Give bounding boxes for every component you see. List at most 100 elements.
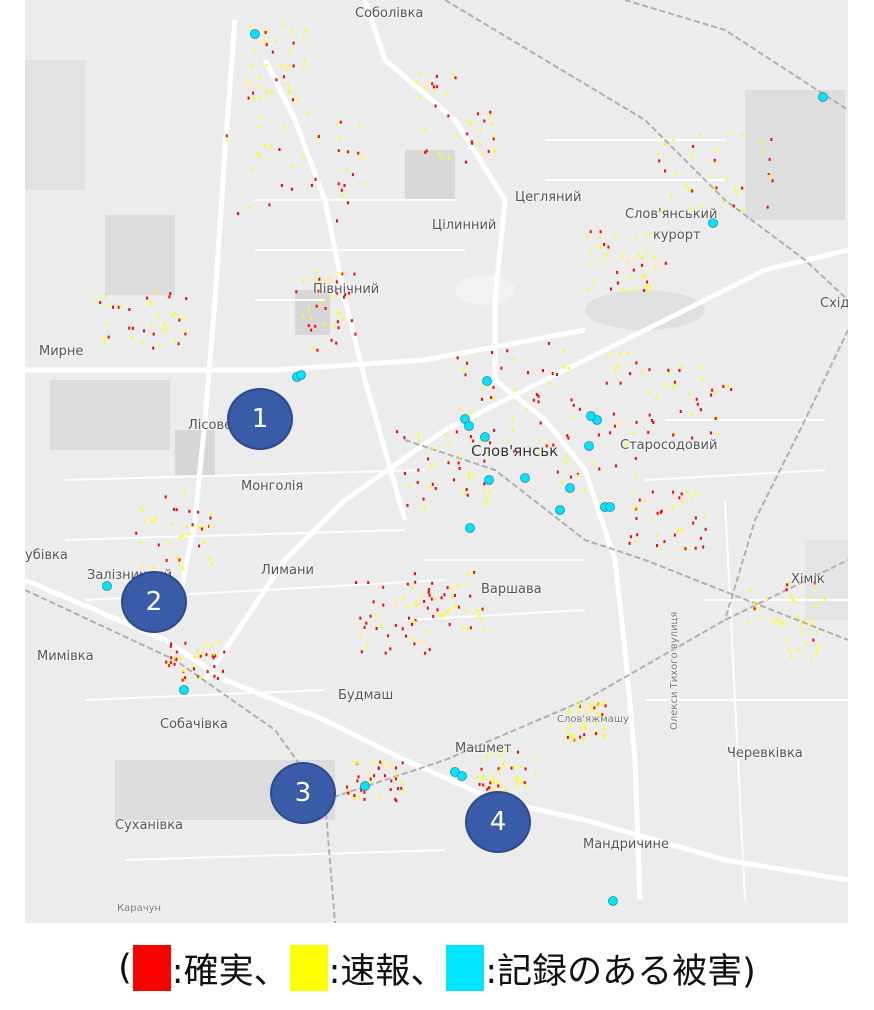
damage-point — [312, 346, 315, 350]
damage-point — [179, 656, 182, 660]
damage-point — [468, 477, 471, 481]
damage-point — [128, 308, 131, 311]
damage-point — [363, 625, 366, 629]
damage-point — [165, 660, 168, 664]
damage-point — [490, 778, 493, 782]
damage-point — [753, 607, 756, 611]
damage-point — [149, 323, 152, 327]
marker-4[interactable]: 4 — [465, 791, 531, 853]
damage-point — [635, 420, 638, 424]
damage-point — [454, 594, 456, 597]
damage-point — [250, 64, 253, 68]
damage-point — [345, 168, 348, 172]
damage-point — [615, 464, 617, 468]
damage-point — [222, 669, 224, 673]
damage-point — [295, 290, 298, 294]
damage-point — [135, 531, 138, 535]
damage-point — [354, 797, 357, 801]
damage-point — [771, 179, 774, 183]
recorded-damage-point — [565, 483, 575, 493]
damage-point — [491, 351, 494, 354]
damage-point — [211, 645, 214, 649]
damage-point — [791, 598, 794, 602]
damage-point — [467, 573, 470, 577]
damage-point — [285, 68, 288, 72]
damage-point — [441, 614, 443, 618]
place-label: Мандричине — [583, 837, 669, 852]
recorded-damage-point — [482, 376, 492, 386]
damage-point — [766, 205, 769, 209]
marker-1[interactable]: 1 — [227, 388, 293, 450]
damage-point — [406, 582, 409, 586]
damage-point — [578, 407, 581, 411]
damage-point — [569, 734, 572, 738]
damage-point — [492, 775, 494, 778]
damage-point — [711, 388, 714, 392]
damage-point — [492, 137, 495, 141]
damage-point — [394, 771, 397, 775]
damage-point — [337, 149, 340, 153]
damage-point — [483, 119, 486, 123]
damage-point — [483, 489, 486, 493]
damage-point — [619, 352, 621, 356]
map[interactable]: Соболівка Цегляний Цілинний Слов'янський… — [25, 0, 848, 923]
damage-point — [292, 164, 295, 168]
damage-point — [490, 396, 493, 400]
damage-point — [513, 388, 516, 392]
damage-point — [99, 301, 102, 305]
damage-point — [592, 281, 595, 285]
damage-point — [413, 572, 416, 576]
damage-point — [517, 750, 519, 754]
damage-point — [542, 369, 544, 373]
damage-point — [447, 114, 450, 118]
damage-point — [225, 134, 228, 138]
damage-point — [539, 421, 542, 425]
damage-point — [131, 326, 134, 330]
damage-point — [420, 639, 423, 643]
damage-point — [209, 516, 212, 520]
damage-point — [367, 581, 370, 585]
damage-point — [591, 702, 594, 706]
damage-point — [483, 459, 486, 463]
damage-point — [210, 561, 213, 565]
damage-point — [179, 535, 182, 539]
place-label: Старосодовий — [620, 438, 718, 453]
damage-point — [576, 474, 579, 478]
damage-point — [716, 148, 719, 151]
damage-point — [732, 204, 735, 208]
damage-point — [734, 188, 737, 192]
damage-point — [335, 341, 338, 345]
damage-point — [213, 652, 216, 656]
damage-point — [256, 152, 259, 156]
damage-point — [405, 634, 407, 638]
damage-point — [585, 234, 588, 238]
damage-point — [647, 430, 650, 434]
damage-point — [188, 509, 191, 513]
damage-point — [359, 633, 362, 637]
damage-point — [324, 322, 327, 326]
marker-2[interactable]: 2 — [121, 571, 187, 633]
recorded-damage-point — [457, 771, 467, 781]
damage-point — [387, 634, 390, 638]
damage-point — [158, 344, 161, 348]
damage-point — [578, 701, 581, 705]
damage-point — [809, 623, 812, 627]
damage-point — [634, 475, 636, 479]
damage-point — [570, 398, 573, 402]
damage-point — [493, 428, 496, 432]
damage-point — [317, 135, 320, 138]
damage-point — [498, 769, 501, 773]
damage-point — [556, 470, 559, 474]
damage-point — [95, 298, 98, 301]
damage-point — [287, 64, 290, 68]
damage-point — [493, 148, 496, 152]
damage-point — [454, 76, 457, 80]
place-label: Олекси Тихого вулиця — [669, 611, 680, 730]
damage-point — [616, 281, 619, 285]
recorded-damage-point — [586, 411, 596, 421]
damage-point — [677, 529, 680, 533]
damage-point — [401, 761, 404, 765]
damage-point — [443, 593, 446, 597]
damage-point — [223, 650, 226, 654]
marker-3[interactable]: 3 — [270, 762, 336, 824]
